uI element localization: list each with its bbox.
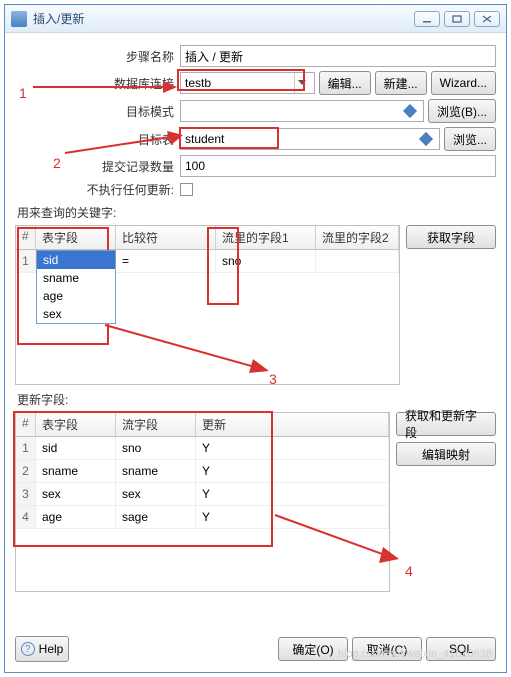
edit-conn-button[interactable]: 编辑... — [319, 71, 371, 95]
dd-option-sid[interactable]: sid — [37, 251, 115, 269]
step-name-label: 步骤名称 — [15, 48, 180, 65]
col-compare[interactable]: 比较符 — [116, 226, 216, 249]
target-table-label: 目标表 — [15, 131, 180, 148]
edit-mapping-button[interactable]: 编辑映射 — [396, 442, 496, 466]
col-field[interactable]: 表字段 — [36, 413, 116, 436]
field-dropdown-list: sid sname age sex — [36, 250, 116, 324]
maximize-button[interactable] — [444, 11, 470, 27]
db-conn-select[interactable]: testb — [180, 72, 315, 94]
ok-button[interactable]: 确定(O) — [278, 637, 348, 661]
dialog-window: 插入/更新 步骤名称 插入 / 更新 数据库连接 testb 编辑... 新建.… — [4, 4, 507, 673]
updates-section-label: 更新字段: — [17, 391, 496, 408]
target-table-input[interactable]: student — [180, 128, 440, 150]
col-update[interactable]: 更新 — [196, 413, 389, 436]
diamond-icon — [419, 132, 433, 146]
col-stream[interactable]: 流字段 — [116, 413, 196, 436]
titlebar: 插入/更新 — [5, 5, 506, 33]
updates-table: # 表字段 流字段 更新 1 sid sno Y2 sname sname Y3… — [15, 412, 390, 592]
minimize-button[interactable] — [414, 11, 440, 27]
sql-button[interactable]: SQL — [426, 637, 496, 661]
step-name-input[interactable]: 插入 / 更新 — [180, 45, 496, 67]
new-conn-button[interactable]: 新建... — [375, 71, 427, 95]
get-fields-button[interactable]: 获取字段 — [406, 225, 496, 249]
table-row[interactable]: 4 age sage Y — [16, 506, 389, 529]
diamond-icon — [403, 104, 417, 118]
no-update-label: 不执行任何更新: — [15, 181, 180, 198]
keys-section-label: 用来查询的关键字: — [17, 204, 496, 221]
col-stream2[interactable]: 流里的字段2 — [316, 226, 399, 249]
window-title: 插入/更新 — [33, 10, 410, 27]
cancel-button[interactable]: 取消(C) — [352, 637, 422, 661]
updates-header: # 表字段 流字段 更新 — [16, 413, 389, 437]
browse-table-button[interactable]: 浏览... — [444, 127, 496, 151]
keys-table: # 表字段 比较符 流里的字段1 流里的字段2 1 sid = sno — [15, 225, 400, 385]
help-button[interactable]: ? Help — [15, 636, 69, 662]
no-update-checkbox[interactable] — [180, 183, 193, 196]
dd-option-sex[interactable]: sex — [37, 305, 115, 323]
target-schema-input[interactable] — [180, 100, 424, 122]
target-schema-label: 目标模式 — [15, 103, 180, 120]
content-area: 步骤名称 插入 / 更新 数据库连接 testb 编辑... 新建... Wiz… — [5, 33, 506, 642]
chevron-down-icon — [294, 73, 310, 93]
dd-option-sname[interactable]: sname — [37, 269, 115, 287]
footer: ? Help 确定(O) 取消(C) SQL — [15, 636, 496, 662]
table-row[interactable]: 2 sname sname Y — [16, 460, 389, 483]
browse-schema-button[interactable]: 浏览(B)... — [428, 99, 496, 123]
col-stream1[interactable]: 流里的字段1 — [216, 226, 316, 249]
dd-option-age[interactable]: age — [37, 287, 115, 305]
wizard-button[interactable]: Wizard... — [431, 71, 496, 95]
db-conn-label: 数据库连接 — [15, 75, 180, 92]
keys-header: # 表字段 比较符 流里的字段1 流里的字段2 — [16, 226, 399, 250]
close-button[interactable] — [474, 11, 500, 27]
table-row[interactable]: 1 sid sno Y — [16, 437, 389, 460]
commit-size-input[interactable]: 100 — [180, 155, 496, 177]
col-field[interactable]: 表字段 — [36, 226, 116, 249]
help-icon: ? — [21, 642, 35, 656]
get-update-fields-button[interactable]: 获取和更新字段 — [396, 412, 496, 436]
commit-size-label: 提交记录数量 — [15, 158, 180, 175]
table-row[interactable]: 3 sex sex Y — [16, 483, 389, 506]
app-icon — [11, 11, 27, 27]
col-hash: # — [16, 226, 36, 249]
